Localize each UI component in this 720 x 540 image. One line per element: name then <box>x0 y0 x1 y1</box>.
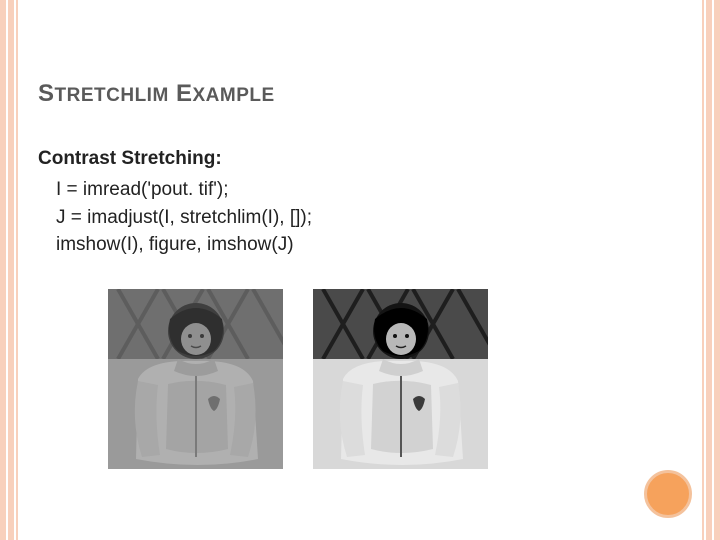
section-heading: Contrast Stretching: <box>38 148 678 170</box>
right-stripe-decoration <box>702 0 720 540</box>
code-line-1: I = imread('pout. tif'); <box>56 176 678 204</box>
title-word1-rest: TRETCHLIM <box>55 85 169 106</box>
code-line-3: imshow(I), figure, imshow(J) <box>56 231 678 259</box>
original-image <box>108 289 283 469</box>
code-line-2: J = imadjust(I, stretchlim(I), []); <box>56 204 678 232</box>
adjusted-image <box>313 289 488 469</box>
accent-circle-icon <box>644 470 692 518</box>
left-stripe-decoration <box>0 0 18 540</box>
example-images-row <box>108 289 678 469</box>
slide-title: STRETCHLIM EXAMPLE <box>38 80 678 108</box>
title-word1-cap: S <box>38 80 55 107</box>
slide-content: STRETCHLIM EXAMPLE Contrast Stretching: … <box>38 80 678 469</box>
title-word2-cap: E <box>176 80 193 107</box>
title-word2-rest: XAMPLE <box>192 85 274 106</box>
